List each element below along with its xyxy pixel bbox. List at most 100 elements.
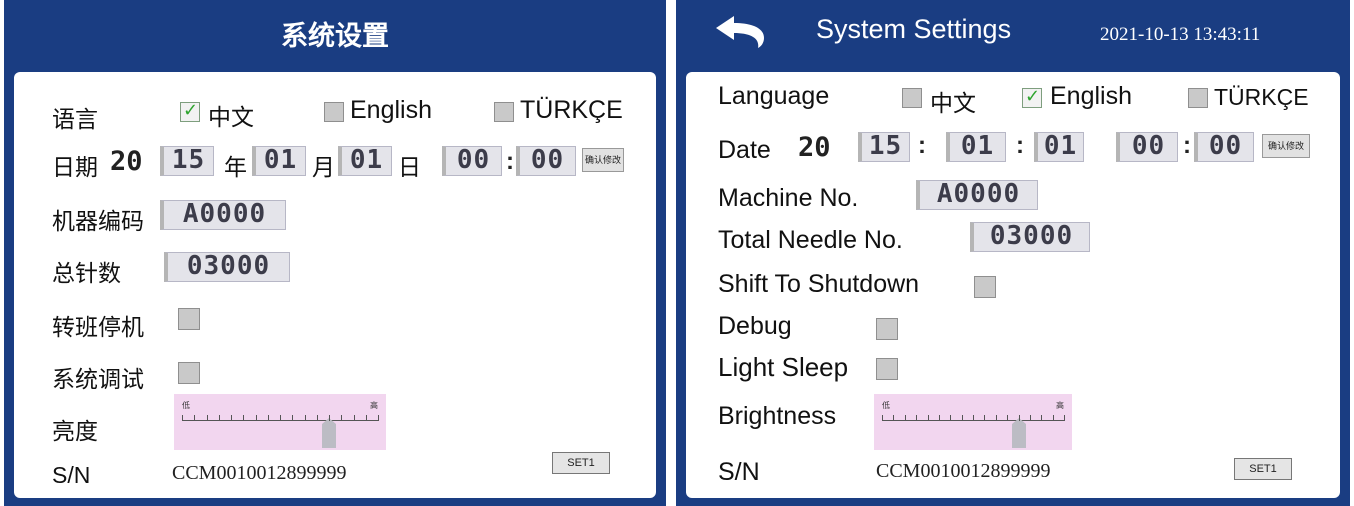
language-english-checkbox[interactable] [1022,86,1042,108]
slider-handle[interactable] [322,418,336,448]
year-field[interactable]: 15 [858,132,910,162]
month-field[interactable]: 01 [946,132,1006,162]
settings-content: 语言 中文 English TÜRKÇE 日期 20 15 年 01 月 01 … [14,72,656,498]
machine-number-label: 机器编码 [52,208,144,234]
page-title: System Settings [816,14,1012,44]
date-separator: : [1016,132,1024,159]
light-sleep-label: Light Sleep [718,352,849,382]
slider-tick [927,415,929,421]
language-turkish-label: TÜRKÇE [1214,84,1309,110]
slider-tick [984,415,986,421]
year-field[interactable]: 15 [160,146,214,176]
day-field[interactable]: 01 [1034,132,1084,162]
title-bar: 系统设置 [4,0,666,60]
total-needle-field[interactable]: 03000 [970,222,1090,252]
slider-tick [1064,415,1065,421]
language-english-label: English [350,96,432,124]
language-chinese-label: 中文 [930,90,976,116]
minute-field[interactable]: 00 [516,146,576,176]
slider-tick [292,415,294,421]
minute-field[interactable]: 00 [1194,132,1254,162]
slider-tick [1018,415,1020,421]
debug-checkbox[interactable] [876,318,898,340]
language-label: Language [718,82,830,110]
brightness-high-label: 高 [1056,401,1064,410]
slider-tick [973,415,974,421]
time-separator: : [506,148,514,175]
confirm-change-button[interactable]: 确认修改 [1262,134,1310,158]
debug-label: Debug [718,312,792,340]
brightness-label: Brightness [718,402,837,430]
slider-tick [378,415,379,421]
settings-content: Language 中文 English TÜRKÇE Date 20 15 : … [686,72,1340,498]
slider-handle[interactable] [1011,418,1026,448]
shift-shutdown-label: 转班停机 [52,314,144,340]
language-chinese-checkbox[interactable] [902,88,922,108]
confirm-change-button[interactable]: 确认修改 [582,148,624,172]
slider-tick [206,415,208,421]
slider-tick [280,415,281,421]
year-unit: 年 [224,154,247,180]
brightness-slider[interactable]: 低 高 [874,394,1072,450]
slider-tick [950,415,952,421]
slider-tick [1007,415,1009,421]
datetime-display: 2021-10-13 13:43:11 [1100,24,1261,45]
slider-tick [365,415,367,421]
slider-tick [243,415,245,421]
slider-tick [882,415,883,421]
shift-shutdown-label: Shift To Shutdown [718,270,920,298]
language-english-checkbox[interactable] [324,102,344,122]
slider-tick [916,415,918,421]
machine-number-field[interactable]: A0000 [916,180,1038,210]
slider-tick [218,415,220,421]
brightness-slider[interactable]: 低 高 [174,394,386,450]
slider-tick [316,415,318,421]
total-needle-field[interactable]: 03000 [164,252,290,282]
slider-tick [1052,415,1054,421]
language-turkish-checkbox[interactable] [1188,88,1208,108]
slider-tick [194,415,196,421]
settings-panel-english: System Settings 2021-10-13 13:43:11 Lang… [676,0,1350,506]
date-separator: : [918,132,926,159]
serial-number-label: S/N [52,462,91,488]
year-prefix: 20 [798,132,831,163]
language-chinese-label: 中文 [208,104,254,130]
slider-tick [304,415,306,421]
language-chinese-checkbox[interactable] [180,100,200,122]
settings-panel-chinese: 系统设置 语言 中文 English TÜRKÇE 日期 20 15 年 01 … [4,0,666,506]
brightness-low-label: 低 [882,401,890,410]
slider-tick [995,415,997,421]
slider-tick [1041,415,1043,421]
slider-tick [231,415,232,421]
hour-field[interactable]: 00 [1116,132,1178,162]
light-sleep-checkbox[interactable] [876,358,898,380]
page-title: 系统设置 [281,21,389,51]
set1-button[interactable]: SET1 [552,452,610,474]
month-unit: 月 [312,154,335,180]
shift-shutdown-checkbox[interactable] [974,276,996,298]
slider-tick [961,415,963,421]
slider-tick [255,415,257,421]
machine-number-label: Machine No. [718,184,859,212]
day-field[interactable]: 01 [338,146,392,176]
language-turkish-checkbox[interactable] [494,102,514,122]
month-field[interactable]: 01 [252,146,306,176]
date-label: Date [718,136,771,164]
set1-button[interactable]: SET1 [1234,458,1292,480]
year-prefix: 20 [110,146,143,177]
slider-tick [341,415,343,421]
hour-field[interactable]: 00 [442,146,502,176]
slider-tick [893,415,895,421]
time-separator: : [1183,132,1191,159]
date-label: 日期 [52,154,98,180]
debug-label: 系统调试 [52,366,144,392]
language-turkish-label: TÜRKÇE [520,96,623,124]
slider-tick [329,415,330,421]
debug-checkbox[interactable] [178,362,200,384]
machine-number-field[interactable]: A0000 [160,200,286,230]
back-arrow-icon[interactable] [712,12,772,52]
day-unit: 日 [398,154,421,180]
brightness-low-label: 低 [182,401,190,410]
brightness-label: 亮度 [52,418,98,444]
shift-shutdown-checkbox[interactable] [178,308,200,330]
